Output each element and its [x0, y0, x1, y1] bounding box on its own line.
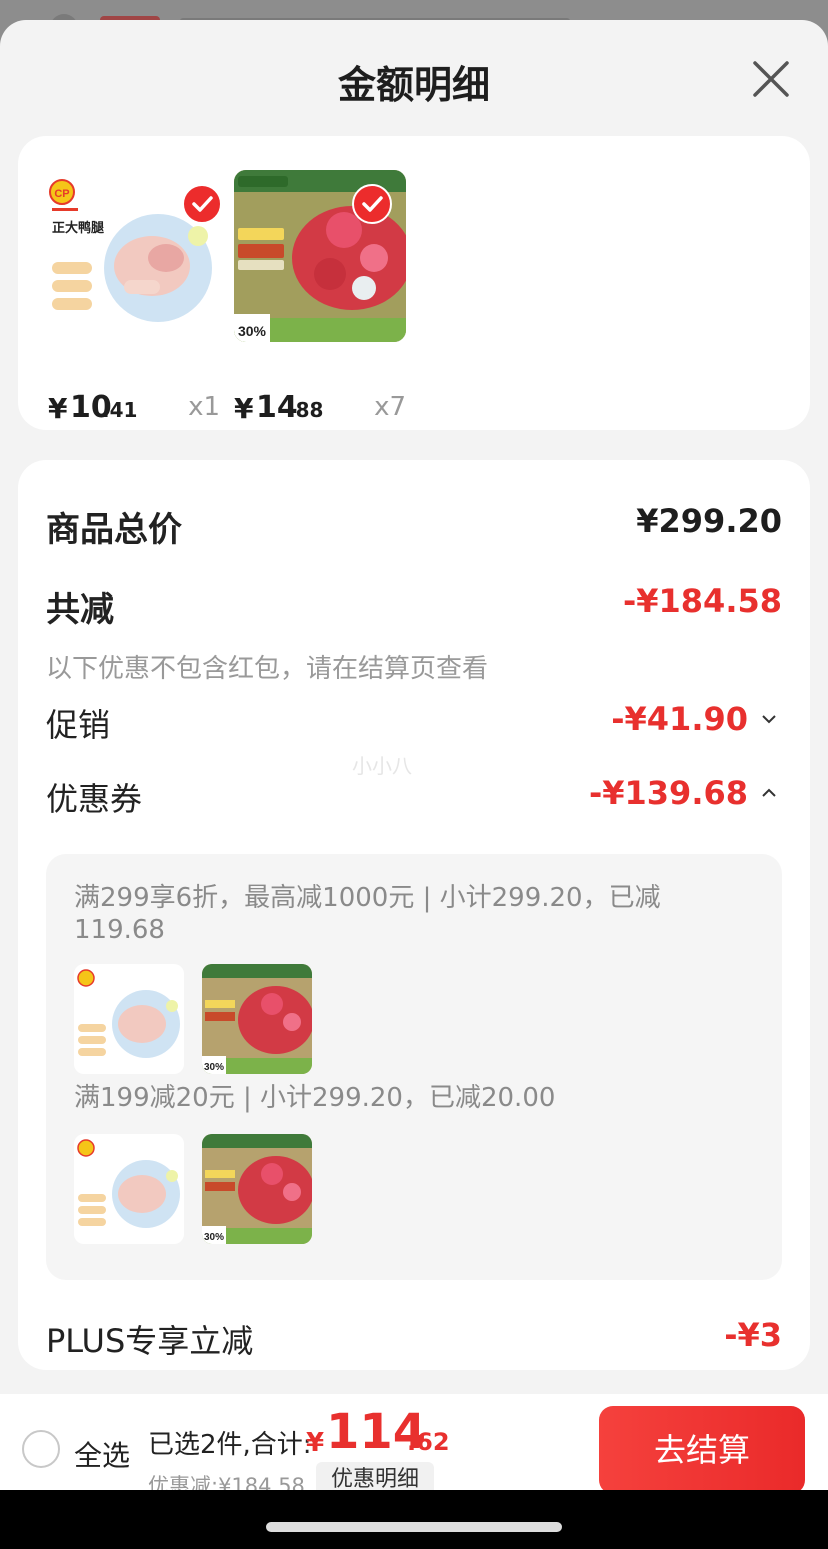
promo-label[interactable]: 促销 — [46, 700, 110, 746]
price-details-card: 商品总价 ¥299.20 共减 -¥184.58 以下优惠不包含红包，请在结算页… — [18, 460, 810, 1370]
svg-text:30%: 30% — [238, 323, 267, 339]
coupon-rule-text: 满199减20元 | 小计299.20，已减20.00 — [74, 1083, 556, 1113]
coupon-value[interactable]: -¥139.68 — [589, 774, 748, 812]
selected-check-icon[interactable] — [182, 184, 222, 224]
amount-detail-sheet: 金额明细 CP 正大鸭腿 ¥ 10 .41 x1 30% ¥ 14 .88 x7… — [0, 20, 828, 1510]
promo-value[interactable]: -¥41.90 — [611, 700, 748, 738]
selected-check-icon[interactable] — [352, 184, 392, 224]
price-decimal: .41 — [102, 398, 138, 422]
price-currency: ¥ — [48, 392, 68, 425]
plus-discount-label: PLUS专享立减 — [46, 1322, 254, 1360]
chevron-down-icon[interactable] — [760, 710, 778, 728]
coupon-label[interactable]: 优惠券 — [46, 774, 142, 820]
system-navigation-area — [0, 1490, 828, 1549]
coupon-product-image-beef: 30% — [202, 964, 312, 1074]
watermark-text: 小小八 — [352, 754, 412, 778]
total-reduce-label: 共减 — [46, 590, 114, 630]
product-quantity: x1 — [188, 392, 220, 422]
total-price-value: ¥299.20 — [636, 502, 782, 540]
total-currency: ¥ — [306, 1428, 325, 1458]
price-currency: ¥ — [234, 392, 254, 425]
product-price-row: ¥ 14 .88 x7 — [234, 386, 406, 426]
home-indicator[interactable] — [266, 1522, 562, 1532]
price-decimal: .88 — [288, 398, 324, 422]
selected-summary: 已选2件,合计: — [148, 1430, 312, 1460]
product-quantity: x7 — [374, 392, 406, 422]
total-price-label: 商品总价 — [46, 510, 182, 550]
svg-text:30%: 30% — [204, 1232, 224, 1243]
coupon-product-image-duck-leg — [74, 964, 184, 1074]
total-amount-decimal: .62 — [407, 1428, 450, 1456]
sheet-title: 金额明细 — [337, 63, 490, 107]
coupon-product-image-duck-leg — [74, 1134, 184, 1244]
checkout-button[interactable]: 去结算 — [599, 1406, 805, 1494]
products-card: CP 正大鸭腿 ¥ 10 .41 x1 30% ¥ 14 .88 x7 — [18, 136, 810, 430]
coupon-rule-text: 满299享6折，最高减1000元 | 小计299.20，已减119.68 — [74, 883, 661, 945]
chevron-up-icon[interactable] — [760, 784, 778, 802]
product-brand-text: 正大鸭腿 — [52, 220, 104, 236]
svg-text:30%: 30% — [204, 1062, 224, 1073]
close-icon[interactable] — [746, 54, 796, 104]
select-all-label[interactable]: 全选 — [74, 1434, 130, 1474]
svg-text:CP: CP — [54, 188, 69, 200]
product-price-row: ¥ 10 .41 x1 — [48, 386, 220, 426]
total-reduce-value: -¥184.58 — [622, 582, 782, 620]
coupon-breakdown-box: 满299享6折，最高减1000元 | 小计299.20，已减119.68 30%… — [46, 854, 782, 1280]
plus-discount-value: -¥3 — [724, 1316, 782, 1354]
reduce-note: 以下优惠不包含红包，请在结算页查看 — [46, 654, 489, 684]
coupon-product-image-beef: 30% — [202, 1134, 312, 1244]
select-all-radio[interactable] — [22, 1430, 60, 1468]
